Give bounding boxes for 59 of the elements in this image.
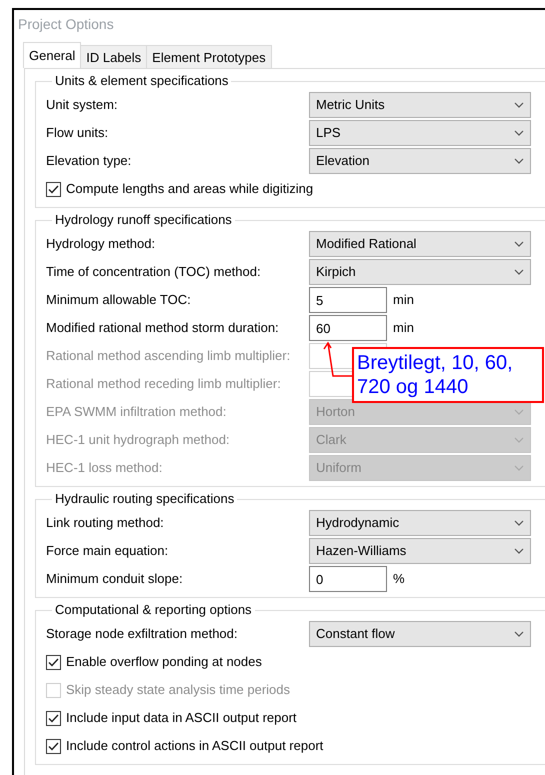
field-label: Minimum allowable TOC:: [46, 291, 192, 310]
field-label: Link routing method:: [46, 514, 165, 532]
dropdown[interactable]: LPS: [309, 120, 531, 146]
dropdown[interactable]: Metric Units: [309, 92, 531, 118]
field-label: Flow units:: [46, 124, 110, 142]
field-label: Rational method ascending limb multiplier:: [46, 347, 292, 366]
checkbox-label: Enable overflow ponding at nodes: [66, 653, 262, 672]
chevron-icon: [514, 269, 524, 275]
input-field[interactable]: 60: [309, 315, 387, 341]
dropdown[interactable]: Hazen-Williams: [309, 538, 531, 564]
checkbox[interactable]: [46, 710, 61, 726]
field-label: Rational method receding limb multiplier:: [46, 375, 282, 394]
dropdown[interactable]: Constant flow: [309, 621, 531, 647]
dropdown[interactable]: Hydrodynamic: [309, 510, 531, 536]
chevron-icon: [514, 158, 524, 164]
field-label: Storage node exfiltration method:: [46, 625, 239, 644]
group-title: Units & element specifications: [54, 73, 230, 89]
chevron-icon: [514, 437, 524, 443]
field-label: HEC-1 loss method:: [46, 459, 164, 478]
checkbox[interactable]: [46, 654, 61, 670]
dropdown[interactable]: Elevation: [309, 148, 531, 174]
chevron-icon: [514, 241, 524, 247]
unit-label: min: [393, 319, 414, 338]
checkbox[interactable]: [46, 182, 61, 196]
group-title: Hydraulic routing specifications: [54, 491, 236, 507]
chevron-icon: [514, 631, 524, 637]
checkbox-label: Include input data in ASCII output report: [66, 709, 297, 728]
field-label: Unit system:: [46, 96, 119, 114]
group-title: Hydrology runoff specifications: [54, 212, 233, 228]
field-label: Force main equation:: [46, 542, 170, 560]
unit-label: min: [393, 291, 414, 310]
dropdown[interactable]: Modified Rational: [309, 231, 531, 257]
chevron-icon: [514, 520, 524, 526]
checkbox-label: Include control actions in ASCII output report: [66, 737, 324, 756]
field-label: Hydrology method:: [46, 235, 156, 254]
input-field[interactable]: 5: [309, 287, 387, 313]
chevron-icon: [514, 102, 524, 108]
field-label: Elevation type:: [46, 152, 132, 170]
field-label: Modified rational method storm duration:: [46, 319, 280, 338]
checkbox[interactable]: [46, 738, 61, 754]
tab[interactable]: General: [23, 42, 82, 68]
field-label: HEC-1 unit hydrograph method:: [46, 431, 231, 450]
tab[interactable]: ID Labels: [80, 45, 148, 68]
chevron-icon: [514, 130, 524, 136]
annotation-tooltip: Breytilegt, 10, 60, 720 og 1440: [352, 347, 544, 403]
checkbox-label: Skip steady state analysis time periods: [66, 681, 290, 700]
input-field[interactable]: 0: [309, 566, 387, 592]
window-title: Project Options: [17, 15, 115, 34]
chevron-icon: [514, 548, 524, 554]
chevron-icon: [514, 409, 524, 415]
field-label: EPA SWMM infiltration method:: [46, 403, 228, 422]
checkbox-label: Compute lengths and areas while digitizing: [66, 180, 314, 198]
field-label: Minimum conduit slope:: [46, 570, 184, 588]
dropdown[interactable]: Kirpich: [309, 259, 531, 285]
field-label: Time of concentration (TOC) method:: [46, 263, 262, 282]
chevron-icon: [514, 465, 524, 471]
group-title: Computational & reporting options: [54, 602, 253, 618]
tab[interactable]: Element Prototypes: [146, 45, 272, 68]
unit-label: %: [393, 570, 405, 588]
